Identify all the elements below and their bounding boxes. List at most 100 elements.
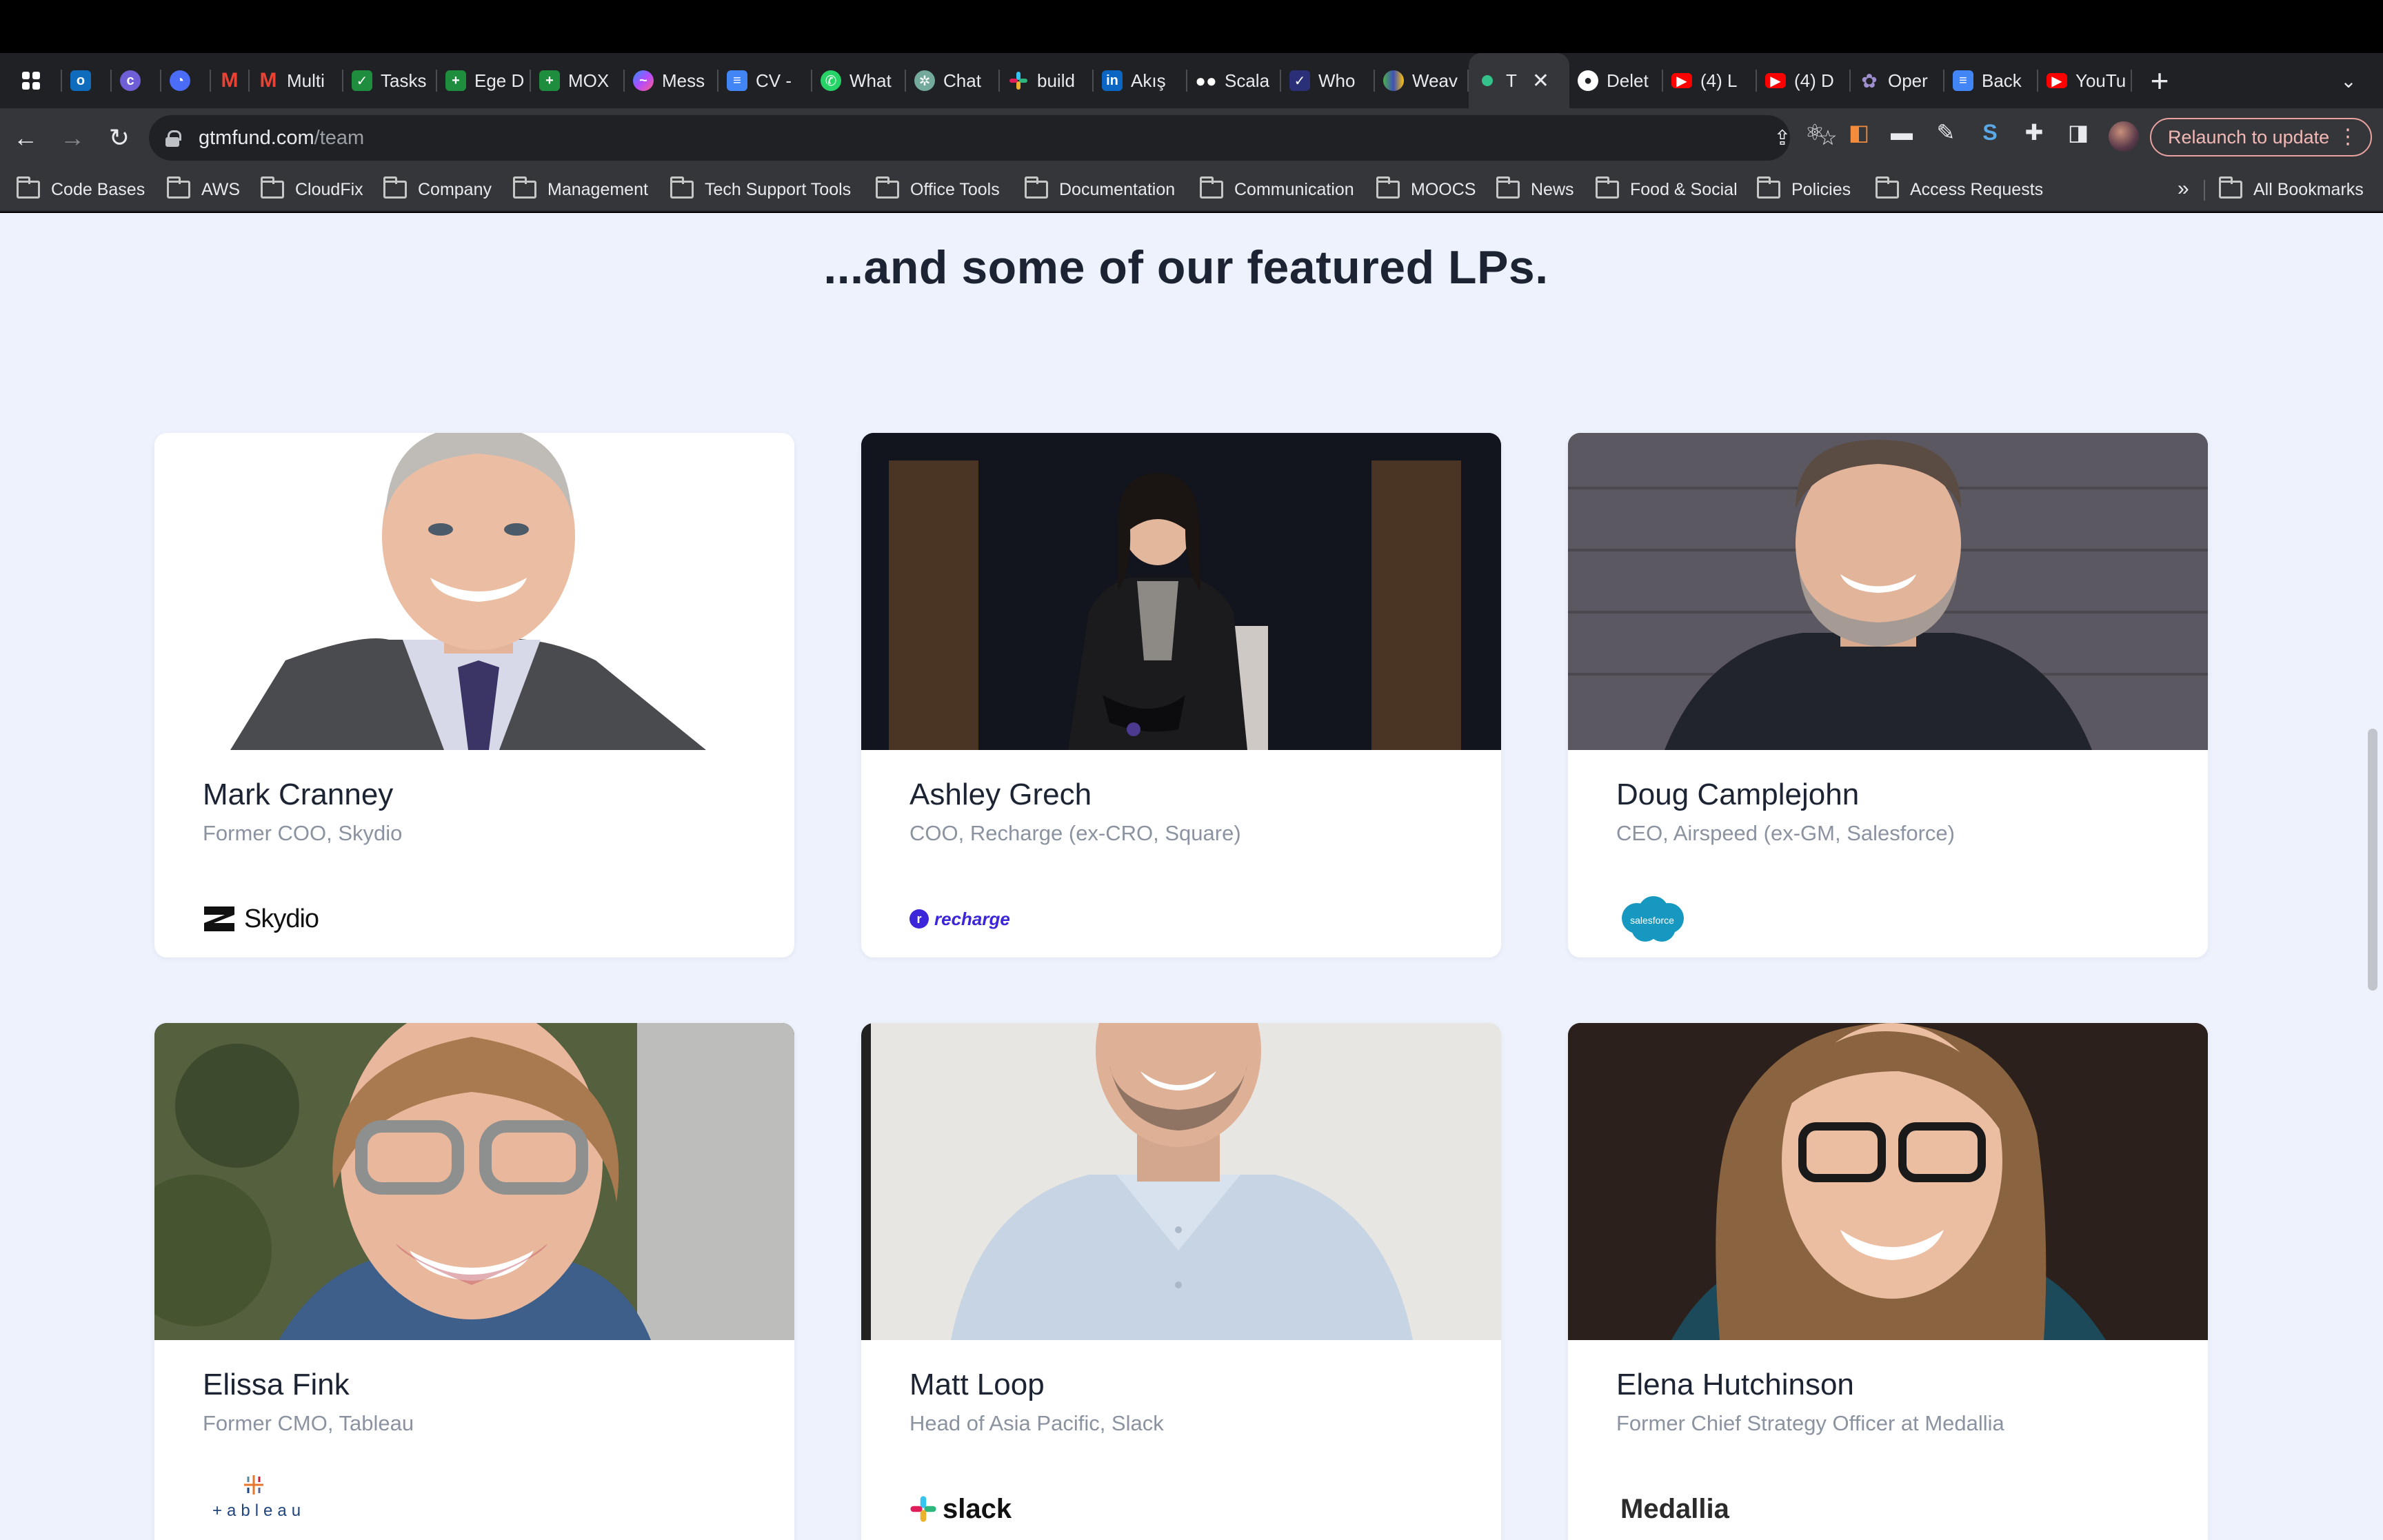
bookmark-folder[interactable]: Food & Social	[1596, 176, 1738, 202]
tab-label: Multi	[287, 70, 325, 91]
tab-label: CV -	[756, 70, 792, 91]
bookmark-folder[interactable]: Access Requests	[1876, 176, 2043, 202]
circle-app-icon: c	[120, 70, 141, 91]
extension-s-icon[interactable]: S	[1975, 117, 2005, 148]
bookmark-folder[interactable]: Office Tools	[876, 176, 1000, 202]
tab-github[interactable]: ● Delet	[1569, 53, 1663, 108]
lp-card[interactable]: Elena Hutchinson Former Chief Strategy O…	[1568, 1023, 2208, 1540]
reload-button[interactable]: ↻	[98, 116, 141, 159]
eyedropper-icon[interactable]: ✎	[1931, 117, 1961, 148]
lp-card[interactable]: Mark Cranney Former COO, Skydio Skydio	[154, 433, 794, 958]
tab-strip: o c ◔ M M Multi ✓ Tasks + Ege D + MOX ~ …	[0, 53, 2383, 108]
folder-icon	[1876, 176, 1899, 199]
bookmark-folder[interactable]: Policies	[1757, 176, 1851, 202]
tab-gtmfund-active[interactable]: T ✕	[1469, 53, 1569, 108]
tab-tasks[interactable]: ✓ Tasks	[343, 53, 437, 108]
folder-icon	[670, 176, 694, 199]
tab-youtube-2[interactable]: ▶ (4) D	[1757, 53, 1851, 108]
tab-multi[interactable]: M Multi	[250, 53, 343, 108]
linkedin-icon: in	[1102, 70, 1123, 91]
bookmark-folder[interactable]: News	[1496, 176, 1574, 202]
tab-gmail[interactable]: M	[211, 53, 250, 108]
share-icon[interactable]: ⇪	[1769, 125, 1796, 151]
folder-icon	[383, 176, 407, 199]
more-menu-icon[interactable]: ⋮	[2337, 125, 2358, 149]
relaunch-label: Relaunch to update	[2168, 126, 2330, 148]
react-devtools-icon[interactable]: ⚛	[1800, 117, 1830, 148]
new-tab-button[interactable]: +	[2139, 60, 2180, 101]
bookmark-label: Documentation	[1059, 179, 1176, 199]
forward-button[interactable]: →	[51, 116, 94, 159]
tab-whatsapp[interactable]: ✆ What	[812, 53, 906, 108]
bookmark-folder[interactable]: CloudFix	[261, 176, 363, 202]
address-bar[interactable]: gtmfund.com/team ⇪ ☆	[149, 115, 1837, 161]
scrollbar-thumb[interactable]	[2368, 729, 2377, 991]
lp-card[interactable]: Ashley Grech COO, Recharge (ex-CRO, Squa…	[861, 433, 1501, 958]
lock-icon[interactable]	[165, 130, 181, 147]
tab-linkedin[interactable]: in Akış	[1094, 53, 1187, 108]
back-button[interactable]: ←	[4, 116, 47, 159]
folder-icon	[1596, 176, 1619, 199]
bookmark-folder[interactable]: MOOCS	[1376, 176, 1476, 202]
extension-flag-icon[interactable]: ◧	[1844, 117, 1874, 148]
tab-who[interactable]: ✓ Who	[1281, 53, 1375, 108]
bookmark-folder[interactable]: Code Bases	[17, 176, 145, 202]
skydio-logo: Skydio	[203, 891, 319, 946]
tab-slack[interactable]: build	[1000, 53, 1094, 108]
tab-weave[interactable]: Weav	[1375, 53, 1469, 108]
lp-name: Elissa Fink	[203, 1368, 350, 1401]
url-host: gtmfund.com	[199, 126, 314, 149]
all-bookmarks-folder[interactable]: All Bookmarks	[2219, 176, 2364, 202]
lp-role: Former COO, Skydio	[203, 821, 403, 845]
tab-openai[interactable]: ✿ Oper	[1851, 53, 1944, 108]
tab-apps[interactable]	[12, 53, 62, 108]
tab-mox[interactable]: + MOX	[531, 53, 625, 108]
bookmark-folder[interactable]: Documentation	[1025, 176, 1176, 202]
tab-youtube-3[interactable]: ▶ YouTu	[2038, 53, 2132, 108]
tab-label: Ege D	[474, 70, 524, 91]
bookmark-folder[interactable]: Company	[383, 176, 492, 202]
folder-icon	[1757, 176, 1780, 199]
bookmark-folder[interactable]: Communication	[1200, 176, 1354, 202]
tab-cv[interactable]: ≡ CV -	[718, 53, 812, 108]
lp-photo	[861, 1023, 1501, 1340]
lp-role: CEO, Airspeed (ex-GM, Salesforce)	[1616, 821, 1955, 845]
tab-clockify[interactable]: ◔	[161, 53, 211, 108]
tab-search-chevron-icon[interactable]: ⌄	[2333, 65, 2364, 96]
tab-label: T	[1506, 70, 1517, 91]
whatsapp-icon: ✆	[821, 70, 841, 91]
logo-text: salesforce	[1630, 915, 1674, 926]
bookmark-folder[interactable]: Tech Support Tools	[670, 176, 851, 202]
tab-ege[interactable]: + Ege D	[437, 53, 531, 108]
close-tab-icon[interactable]: ✕	[1532, 69, 1549, 93]
tab-messenger[interactable]: ~ Mess	[625, 53, 718, 108]
bookmark-label: Management	[547, 179, 648, 199]
profile-avatar[interactable]	[2109, 121, 2139, 152]
lp-card[interactable]: Elissa Fink Former CMO, Tableau +ableau	[154, 1023, 794, 1540]
lp-card[interactable]: Matt Loop Head of Asia Pacific, Slack sl…	[861, 1023, 1501, 1540]
bookmark-folder[interactable]: AWS	[167, 176, 240, 202]
extensions-puzzle-icon[interactable]: ✚	[2019, 117, 2049, 148]
bookmark-label: Code Bases	[51, 179, 145, 199]
tab-scala[interactable]: ●● Scala	[1187, 53, 1281, 108]
side-panel-icon[interactable]: ◨	[2063, 117, 2093, 148]
salesforce-cloud-icon: salesforce	[1622, 896, 1684, 942]
lp-card[interactable]: Doug Camplejohn CEO, Airspeed (ex-GM, Sa…	[1568, 433, 2208, 958]
tableau-cross-icon	[244, 1475, 263, 1495]
lp-name: Mark Cranney	[203, 778, 394, 811]
tab-outlook[interactable]: o	[62, 53, 112, 108]
tab-circle-app[interactable]: c	[112, 53, 161, 108]
tab-label: What	[849, 70, 892, 91]
folder-icon	[2219, 176, 2242, 199]
lp-role: Former CMO, Tableau	[203, 1411, 414, 1435]
tab-youtube-1[interactable]: ▶ (4) L	[1663, 53, 1757, 108]
relaunch-button[interactable]: Relaunch to update ⋮	[2150, 118, 2372, 156]
tab-chatgpt[interactable]: ✲ Chat	[906, 53, 1000, 108]
extension-dark-icon[interactable]: ▬	[1887, 117, 1917, 148]
tab-label: Tasks	[381, 70, 427, 91]
bookmarks-overflow-button[interactable]: »	[2178, 177, 2189, 201]
bookmark-folder[interactable]: Management	[513, 176, 648, 202]
bookmark-label: News	[1531, 179, 1574, 199]
logo-text: slack	[943, 1493, 1012, 1524]
tab-back[interactable]: ≡ Back	[1944, 53, 2038, 108]
